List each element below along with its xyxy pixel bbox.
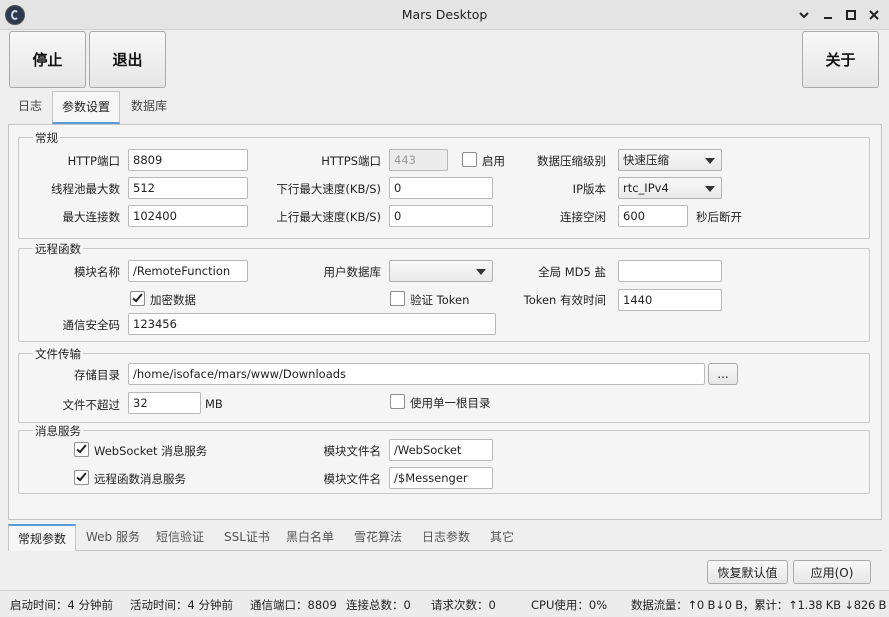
max-conn-input[interactable]: 102400 <box>128 205 248 227</box>
max-size-unit: MB <box>205 397 223 411</box>
status-traffic: 数据流量：↑0 B↓0 B，累计：↑1.38 KB ↓826 B <box>631 598 886 612</box>
compress-value: 快速压缩 <box>623 153 669 167</box>
rf-module-input[interactable]: /$Messenger <box>389 467 493 489</box>
checkmark-icon <box>76 442 87 454</box>
max-size-label: 文件不超过 <box>62 398 121 412</box>
ip-version-select[interactable]: rtc_IPv4 <box>618 177 722 199</box>
checkmark-icon <box>76 470 87 482</box>
status-connections: 连接总数：0 <box>346 598 411 612</box>
tab-sms-verify[interactable]: 短信验证 <box>147 524 213 551</box>
md5-salt-input[interactable] <box>618 260 722 282</box>
token-time-label: Token 有效时间 <box>523 293 606 307</box>
token-time-input[interactable]: 1440 <box>618 289 722 311</box>
ws-module-input[interactable]: /WebSocket <box>389 439 493 461</box>
tab-general-params[interactable]: 常规参数 <box>8 524 77 551</box>
threadpool-input[interactable]: 512 <box>128 177 248 199</box>
tab-database[interactable]: 数据库 <box>122 94 176 119</box>
websocket-label: WebSocket 消息服务 <box>94 444 208 458</box>
status-port: 通信端口：8809 <box>250 598 337 612</box>
tab-snowflake[interactable]: 雪花算法 <box>345 524 411 551</box>
apply-button[interactable]: 应用(O) <box>793 560 871 584</box>
exit-button[interactable]: 退出 <box>89 31 166 88</box>
user-db-select[interactable] <box>389 260 493 282</box>
ip-version-value: rtc_IPv4 <box>623 181 669 195</box>
down-speed-label: 下行最大速度(KB/S) <box>276 182 381 196</box>
idle-suffix: 秒后断开 <box>696 210 742 224</box>
message-group-title: 消息服务 <box>33 423 83 439</box>
tab-log-params[interactable]: 日志参数 <box>413 524 479 551</box>
tab-blackwhite-list[interactable]: 黑白名单 <box>277 524 343 551</box>
remote-msg-label: 远程函数消息服务 <box>94 472 186 486</box>
up-speed-input[interactable]: 0 <box>389 205 493 227</box>
websocket-checkbox[interactable] <box>74 442 89 457</box>
bottom-tab-bar: 常规参数 Web 服务 短信验证 SSL证书 黑白名单 雪花算法 日志参数 其它 <box>8 524 882 551</box>
chevron-down-icon <box>476 269 486 275</box>
https-port-label: HTTPS端口 <box>321 154 381 168</box>
single-root-label: 使用单一根目录 <box>410 396 491 410</box>
module-name-label: 模块名称 <box>74 265 120 279</box>
idle-input[interactable]: 600 <box>618 205 688 227</box>
max-conn-label: 最大连接数 <box>62 210 121 224</box>
tab-log[interactable]: 日志 <box>9 94 51 119</box>
status-requests: 请求次数：0 <box>431 598 496 612</box>
tab-web-service[interactable]: Web 服务 <box>77 524 149 551</box>
chevron-down-icon <box>705 186 715 192</box>
compress-select[interactable]: 快速压缩 <box>618 149 722 171</box>
stop-button[interactable]: 停止 <box>9 31 86 88</box>
remote-msg-checkbox[interactable] <box>74 470 89 485</box>
https-port-input[interactable]: 443 <box>389 149 448 171</box>
ip-version-label: IP版本 <box>572 182 606 196</box>
module-name-input[interactable]: /RemoteFunction <box>128 260 248 282</box>
tab-settings[interactable]: 参数设置 <box>52 91 121 124</box>
chevron-down-icon <box>705 158 715 164</box>
status-cpu: CPU使用：0% <box>531 598 608 612</box>
user-db-label: 用户数据库 <box>323 265 382 279</box>
security-code-label: 通信安全码 <box>62 318 121 332</box>
tab-ssl-cert[interactable]: SSL证书 <box>215 524 279 551</box>
security-code-input[interactable]: 123456 <box>128 313 496 335</box>
restore-defaults-button[interactable]: 恢复默认值 <box>707 560 788 584</box>
minimize-icon[interactable] <box>819 6 837 24</box>
threadpool-label: 线程池最大数 <box>51 182 120 196</box>
md5-salt-label: 全局 MD5 盐 <box>538 265 606 279</box>
down-speed-input[interactable]: 0 <box>389 177 493 199</box>
storage-dir-label: 存储目录 <box>74 368 120 382</box>
verify-token-label: 验证 Token <box>410 293 470 307</box>
rf-module-label: 模块文件名 <box>323 472 382 486</box>
encrypt-label: 加密数据 <box>150 293 196 307</box>
window-title: Mars Desktop <box>401 7 488 22</box>
enable-label: 启用 <box>482 154 505 168</box>
checkmark-icon <box>132 291 143 303</box>
status-active-time: 活动时间：4 分钟前 <box>130 598 233 612</box>
http-port-input[interactable]: 8809 <box>128 149 248 171</box>
status-start-time: 启动时间：4 分钟前 <box>10 598 113 612</box>
tab-other[interactable]: 其它 <box>481 524 523 551</box>
ws-module-label: 模块文件名 <box>323 444 382 458</box>
about-button[interactable]: 关于 <box>802 31 879 88</box>
up-speed-label: 上行最大速度(KB/S) <box>276 210 381 224</box>
remote-group-title: 远程函数 <box>33 241 83 257</box>
chevron-down-icon[interactable] <box>795 6 813 24</box>
encrypt-checkbox[interactable] <box>130 291 145 306</box>
title-bar: Mars Desktop <box>0 0 889 30</box>
max-size-input[interactable]: 32 <box>128 392 201 414</box>
maximize-icon[interactable] <box>842 6 860 24</box>
idle-label: 连接空闲 <box>560 210 606 224</box>
status-bar: 启动时间：4 分钟前 活动时间：4 分钟前 通信端口：8809 连接总数：0 请… <box>0 590 889 617</box>
browse-button[interactable]: ... <box>708 363 738 385</box>
general-group-title: 常规 <box>33 130 60 146</box>
http-port-label: HTTP端口 <box>67 154 120 168</box>
single-root-checkbox[interactable] <box>390 394 405 409</box>
verify-token-checkbox[interactable] <box>390 291 405 306</box>
close-icon[interactable] <box>865 6 883 24</box>
file-group-title: 文件传输 <box>33 346 83 362</box>
compress-label: 数据压缩级别 <box>537 154 606 168</box>
enable-checkbox[interactable] <box>462 152 477 167</box>
storage-dir-input[interactable]: /home/isoface/mars/www/Downloads <box>128 363 705 385</box>
